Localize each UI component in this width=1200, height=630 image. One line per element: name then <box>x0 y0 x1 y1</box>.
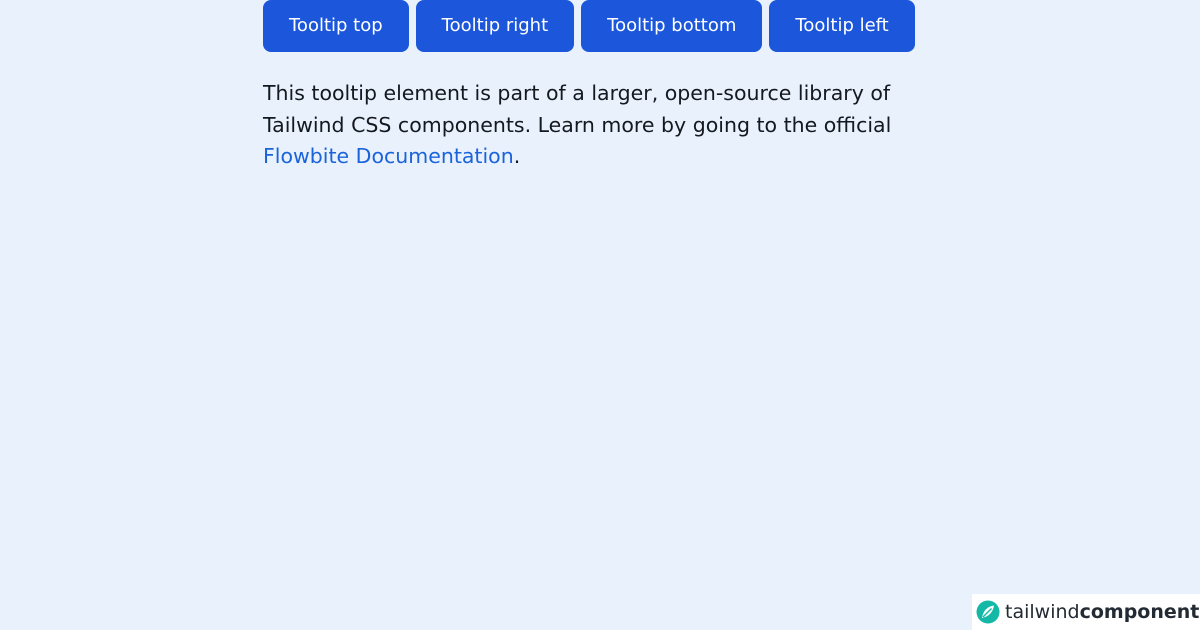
brand-bold-text: components <box>1079 601 1200 623</box>
tooltip-button-group: Tooltip top Tooltip right Tooltip bottom… <box>263 0 915 52</box>
leaf-icon <box>976 600 1000 624</box>
description-text: This tooltip element is part of a larger… <box>263 81 892 137</box>
tooltip-right-button[interactable]: Tooltip right <box>415 0 575 52</box>
flowbite-documentation-link[interactable]: Flowbite Documentation <box>263 144 514 168</box>
tooltip-left-button[interactable]: Tooltip left <box>769 0 915 52</box>
description-paragraph: This tooltip element is part of a larger… <box>263 78 933 173</box>
brand-wordmark: tailwindcomponents <box>1005 601 1200 623</box>
tooltip-bottom-button[interactable]: Tooltip bottom <box>581 0 763 52</box>
tailwindcomponents-brand[interactable]: tailwindcomponents <box>972 594 1200 630</box>
description-suffix: . <box>513 144 521 169</box>
brand-light-text: tailwind <box>1005 601 1080 623</box>
tooltip-top-button[interactable]: Tooltip top <box>263 0 409 52</box>
